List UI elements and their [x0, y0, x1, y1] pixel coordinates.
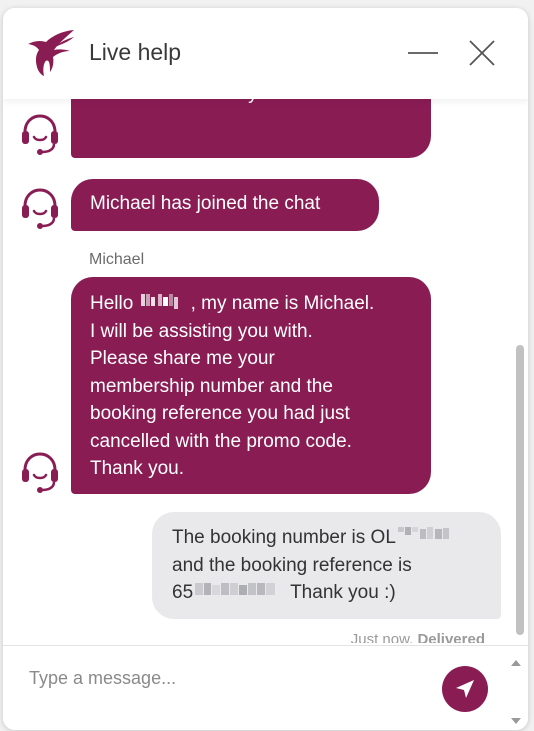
- oryx-logo-icon: [28, 30, 74, 76]
- live-help-widget: Live help over to them for further assis…: [3, 8, 528, 730]
- agent-message-bubble: over to them for further assistance. Tha…: [71, 99, 431, 158]
- status-state: Delivered: [417, 631, 485, 643]
- message-text: Michael has joined the chat: [90, 193, 321, 214]
- message-list[interactable]: over to them for further assistance. Tha…: [3, 99, 513, 643]
- agent-headset-icon: [22, 114, 58, 155]
- close-icon[interactable]: [467, 38, 497, 68]
- message-text-part: The booking number is OL: [172, 527, 396, 548]
- agent-message-bubble: Michael has joined the chat: [71, 179, 379, 231]
- redacted-booking-reference: [193, 579, 285, 607]
- agent-headset-icon: [22, 452, 58, 493]
- redacted-name: [139, 290, 191, 318]
- send-icon: [456, 680, 474, 698]
- message-text: The booking number is OL and the booking…: [172, 524, 501, 607]
- chat-title: Live help: [89, 39, 182, 65]
- message-scrollbar[interactable]: [514, 337, 526, 643]
- message-input[interactable]: [27, 662, 421, 694]
- scroll-down-arrow-icon[interactable]: [510, 716, 522, 726]
- delivery-status: Just now. Delivered: [351, 631, 485, 643]
- status-time: Just now.: [350, 631, 414, 643]
- scrollbar-thumb[interactable]: [516, 345, 524, 635]
- chat-header: Live help: [3, 8, 528, 99]
- message-text-part: Thank you :): [285, 582, 396, 604]
- redacted-booking-number: [396, 524, 456, 552]
- message-composer: [3, 645, 528, 730]
- message-text: over to them for further assistance. Tha…: [90, 99, 431, 107]
- scroll-up-arrow-icon[interactable]: [510, 658, 522, 668]
- minimize-icon[interactable]: [406, 40, 440, 64]
- sender-name: Michael: [89, 251, 145, 268]
- agent-headset-icon: [22, 188, 58, 229]
- send-button[interactable]: [442, 666, 488, 712]
- message-text-part: , my name is Michael. I will be assistin…: [90, 293, 375, 480]
- user-message-bubble: The booking number is OL and the booking…: [152, 512, 501, 619]
- message-text-part: Hello: [90, 293, 139, 314]
- agent-message-bubble: Hello , my name is Michael. I will be as…: [71, 277, 431, 494]
- message-text: Hello , my name is Michael. I will be as…: [90, 290, 431, 483]
